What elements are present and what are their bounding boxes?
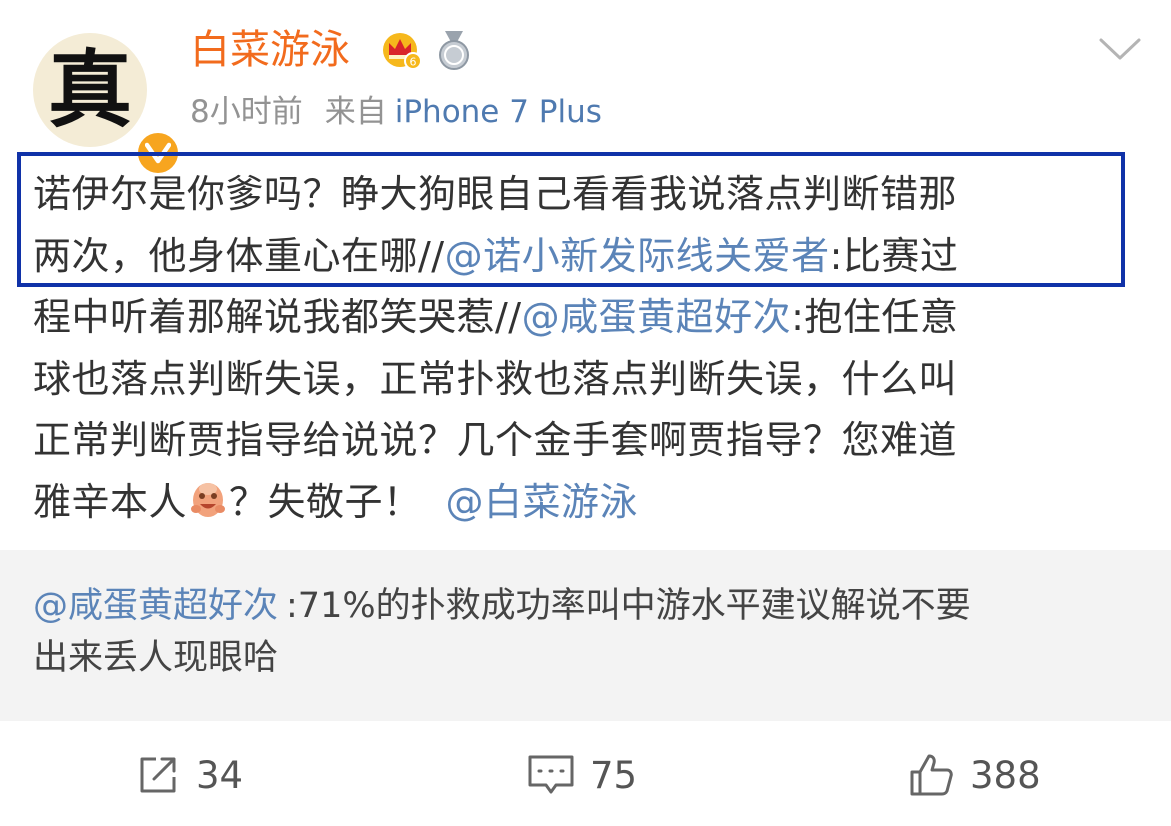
action-bar: 34 75 388 [0, 735, 1171, 815]
repost-count: 34 [196, 753, 244, 797]
source-device[interactable]: iPhone 7 Plus [395, 94, 602, 130]
avatar[interactable]: 真 [33, 33, 181, 176]
post-line: 雅辛本人 ？失敬子！ @白菜游泳 [33, 472, 1123, 534]
post-text-segment: ？失敬子！ [229, 479, 422, 524]
post-text-segment: :抱住任意 [791, 295, 959, 339]
post-text-segment: 程中听着那解说我都笑哭惹// [33, 295, 522, 339]
thumbs-up-icon [910, 754, 953, 796]
post-line: 两次，他身体重心在哪//@诺小新发际线关爱者:比赛过 [33, 226, 1123, 288]
mention-link[interactable]: @诺小新发际线关爱者 [445, 234, 830, 278]
comment-icon [528, 755, 574, 794]
quoted-text-segment: :71%的扑救成功率叫中游水平建议解说不要 [286, 586, 971, 626]
share-icon [140, 757, 176, 793]
comment-count: 75 [590, 753, 638, 797]
repost-button[interactable]: 34 [134, 735, 243, 815]
quoted-post[interactable]: @咸蛋黄超好次:71%的扑救成功率叫中游水平建议解说不要 出来丢人现眼哈 [0, 550, 1171, 721]
post-text-segment: 雅辛本人 [33, 479, 188, 524]
post-line: 程中听着那解说我都笑哭惹//@咸蛋黄超好次:抱住任意 [33, 287, 1123, 349]
post-text-segment: 球也落点判断失误，正常扑救也落点判断失误，什么叫 [33, 356, 958, 401]
quoted-line: @咸蛋黄超好次:71%的扑救成功率叫中游水平建议解说不要 [33, 580, 1143, 632]
mention-link[interactable]: @咸蛋黄超好次 [522, 295, 792, 339]
mention-link[interactable]: @白菜游泳 [446, 480, 639, 524]
post-text-segment: :比赛过 [829, 233, 959, 278]
username[interactable]: 白菜游泳 [190, 26, 350, 74]
quoted-post-text: @咸蛋黄超好次:71%的扑救成功率叫中游水平建议解说不要 出来丢人现眼哈 [33, 580, 1143, 684]
laughing-emoji-icon [191, 482, 226, 517]
like-count: 388 [970, 753, 1041, 797]
post-line: 正常判断贾指导给说说？几个金手套啊贾指导？您难道 [33, 410, 1123, 472]
avatar-glyph: 真 [47, 40, 132, 139]
comment-button[interactable]: 75 [526, 735, 637, 815]
post-text-segment: 两次，他身体重心在哪// [33, 233, 445, 278]
user-badges: 6 [380, 28, 476, 72]
svg-text:6: 6 [410, 56, 417, 69]
post-line: 诺伊尔是你爹吗？睁大狗眼自己看看我说落点判断错那 [33, 164, 1123, 226]
source-prefix: 来自 [324, 94, 387, 130]
quoted-line: 出来丢人现眼哈 [33, 632, 1143, 684]
post-text-segment: 正常判断贾指导给说说？几个金手套啊贾指导？您难道 [33, 418, 958, 462]
post-meta: 8小时前 来自 iPhone 7 Plus [190, 92, 602, 132]
post-time: 8小时前 [190, 94, 303, 130]
mention-link[interactable]: @咸蛋黄超好次 [33, 586, 278, 626]
quoted-text-segment: 出来丢人现眼哈 [33, 638, 279, 678]
post-line: 球也落点判断失误，正常扑救也落点判断失误，什么叫 [33, 349, 1123, 411]
chevron-down-icon[interactable] [1098, 34, 1142, 64]
medal-icon[interactable] [432, 28, 476, 72]
like-button[interactable]: 388 [906, 735, 1041, 815]
crown-vip-icon[interactable]: 6 [380, 28, 424, 72]
post-text: 诺伊尔是你爹吗？睁大狗眼自己看看我说落点判断错那 两次，他身体重心在哪//@诺小… [33, 164, 1123, 533]
post-text-segment: 诺伊尔是你爹吗？睁大狗眼自己看看我说落点判断错那 [33, 172, 958, 216]
